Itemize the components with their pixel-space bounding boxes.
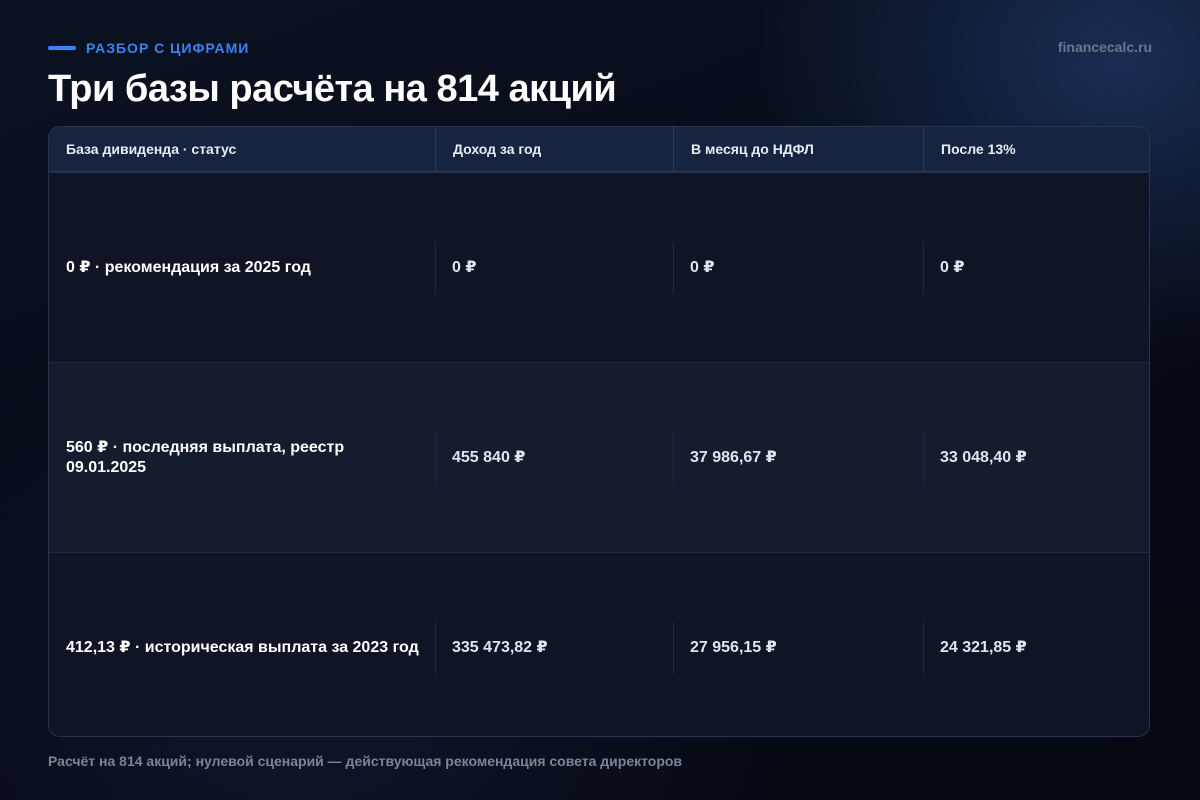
- cell-year-income: 335 473,82 ₽: [435, 553, 673, 736]
- table-row: 412,13 ₽ · историческая выплата за 2023 …: [49, 552, 1149, 736]
- column-header-month-pretax: В месяц до НДФЛ: [673, 127, 923, 171]
- cell-base: 0 ₽ · рекомендация за 2025 год: [66, 258, 311, 276]
- eyebrow-label: РАЗБОР С ЦИФРАМИ: [86, 40, 250, 56]
- column-header-base: База дивиденда · статус: [66, 141, 237, 157]
- table-header: База дивиденда · статус Доход за год В м…: [49, 127, 1149, 172]
- cell-after-tax: 0 ₽: [923, 173, 1149, 362]
- cell-month-pretax: 27 956,15 ₽: [673, 553, 923, 736]
- page-title: Три базы расчёта на 814 акций: [48, 68, 617, 110]
- cell-base: 560 ₽ · последняя выплата, реестр 09.01.…: [66, 438, 345, 476]
- cell-after-tax: 33 048,40 ₽: [923, 363, 1149, 552]
- column-header-year-income: Доход за год: [435, 127, 673, 171]
- header: РАЗБОР С ЦИФРАМИ financecalc.ru: [48, 38, 1152, 58]
- column-header-after-tax: После 13%: [923, 127, 1149, 171]
- cell-month-pretax: 37 986,67 ₽: [673, 363, 923, 552]
- table-row: 560 ₽ · последняя выплата, реестр 09.01.…: [49, 362, 1149, 552]
- table-row: 0 ₽ · рекомендация за 2025 год 0 ₽ 0 ₽ 0…: [49, 172, 1149, 362]
- dividend-table: База дивиденда · статус Доход за год В м…: [48, 126, 1150, 737]
- footnote: Расчёт на 814 акций; нулевой сценарий — …: [48, 753, 683, 769]
- cell-year-income: 0 ₽: [435, 173, 673, 362]
- cell-base: 412,13 ₽ · историческая выплата за 2023 …: [66, 638, 419, 656]
- site-name: financecalc.ru: [1057, 39, 1152, 55]
- eyebrow: РАЗБОР С ЦИФРАМИ: [48, 38, 249, 58]
- cell-month-pretax: 0 ₽: [673, 173, 923, 362]
- cell-year-income: 455 840 ₽: [435, 363, 673, 552]
- accent-bar: [48, 46, 76, 50]
- cell-after-tax: 24 321,85 ₽: [923, 553, 1149, 736]
